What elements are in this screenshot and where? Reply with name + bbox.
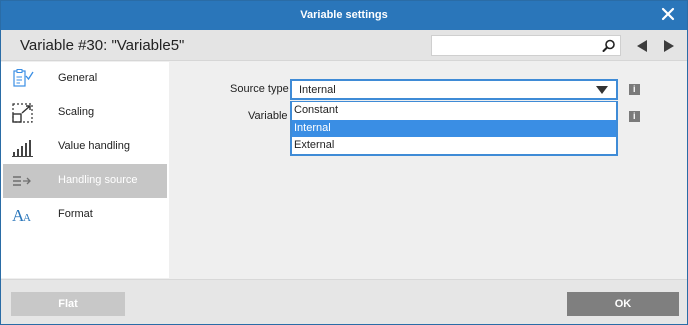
sidebar-item-label: Handling source	[58, 174, 138, 186]
sidebar-item-label: Value handling	[58, 140, 130, 152]
search-icon[interactable]	[601, 38, 617, 54]
search-input[interactable]	[431, 35, 621, 56]
flat-button[interactable]: Flat	[11, 292, 125, 316]
option-constant[interactable]: Constant	[292, 102, 616, 119]
clipboard-check-icon	[13, 69, 34, 87]
sidebar-item-label: General	[58, 72, 98, 84]
sidebar-item-general[interactable]: General	[3, 62, 167, 96]
ok-button[interactable]: OK	[567, 292, 679, 316]
option-external[interactable]: External	[292, 137, 616, 154]
variable-settings-window: Variable settings Variable #30: "Variabl…	[0, 0, 688, 325]
previous-variable-icon[interactable]	[634, 38, 650, 54]
close-icon[interactable]	[659, 5, 677, 23]
svg-text:A: A	[23, 212, 31, 224]
next-variable-icon[interactable]	[661, 38, 677, 54]
title-bar: Variable settings	[1, 1, 687, 30]
variable-name: Variable #30: "Variable5"	[20, 37, 185, 54]
variable-label: Variable	[248, 110, 288, 122]
chevron-down-icon[interactable]	[596, 86, 608, 94]
scaling-icon	[12, 103, 33, 123]
variable-info-icon[interactable]	[629, 111, 640, 122]
option-internal[interactable]: Internal	[292, 120, 616, 137]
settings-sidebar: General Scaling Value handling Handling …	[1, 62, 169, 278]
variable-header: Variable #30: "Variable5"	[1, 30, 687, 61]
sidebar-item-scaling[interactable]: Scaling	[3, 96, 167, 130]
window-title: Variable settings	[300, 9, 388, 21]
list-arrow-icon	[13, 176, 31, 186]
source-type-dropdown: Constant Internal External	[290, 101, 618, 156]
source-type-value: Internal	[299, 84, 336, 96]
bar-chart-icon	[12, 140, 33, 157]
dialog-footer: Flat OK	[1, 279, 687, 324]
sidebar-item-value-handling[interactable]: Value handling	[3, 130, 167, 164]
sidebar-item-label: Scaling	[58, 106, 95, 118]
source-type-label: Source type	[230, 83, 289, 95]
sidebar-item-handling-source[interactable]: Handling source	[3, 164, 167, 198]
font-format-icon: A A	[12, 206, 31, 225]
sidebar-item-format[interactable]: A A Format	[3, 198, 167, 232]
sidebar-item-label: Format	[58, 208, 93, 220]
source-type-select[interactable]: Internal	[290, 79, 618, 100]
settings-content: Source type Internal Variable Constant I…	[169, 62, 687, 278]
source-type-info-icon[interactable]	[629, 84, 640, 95]
